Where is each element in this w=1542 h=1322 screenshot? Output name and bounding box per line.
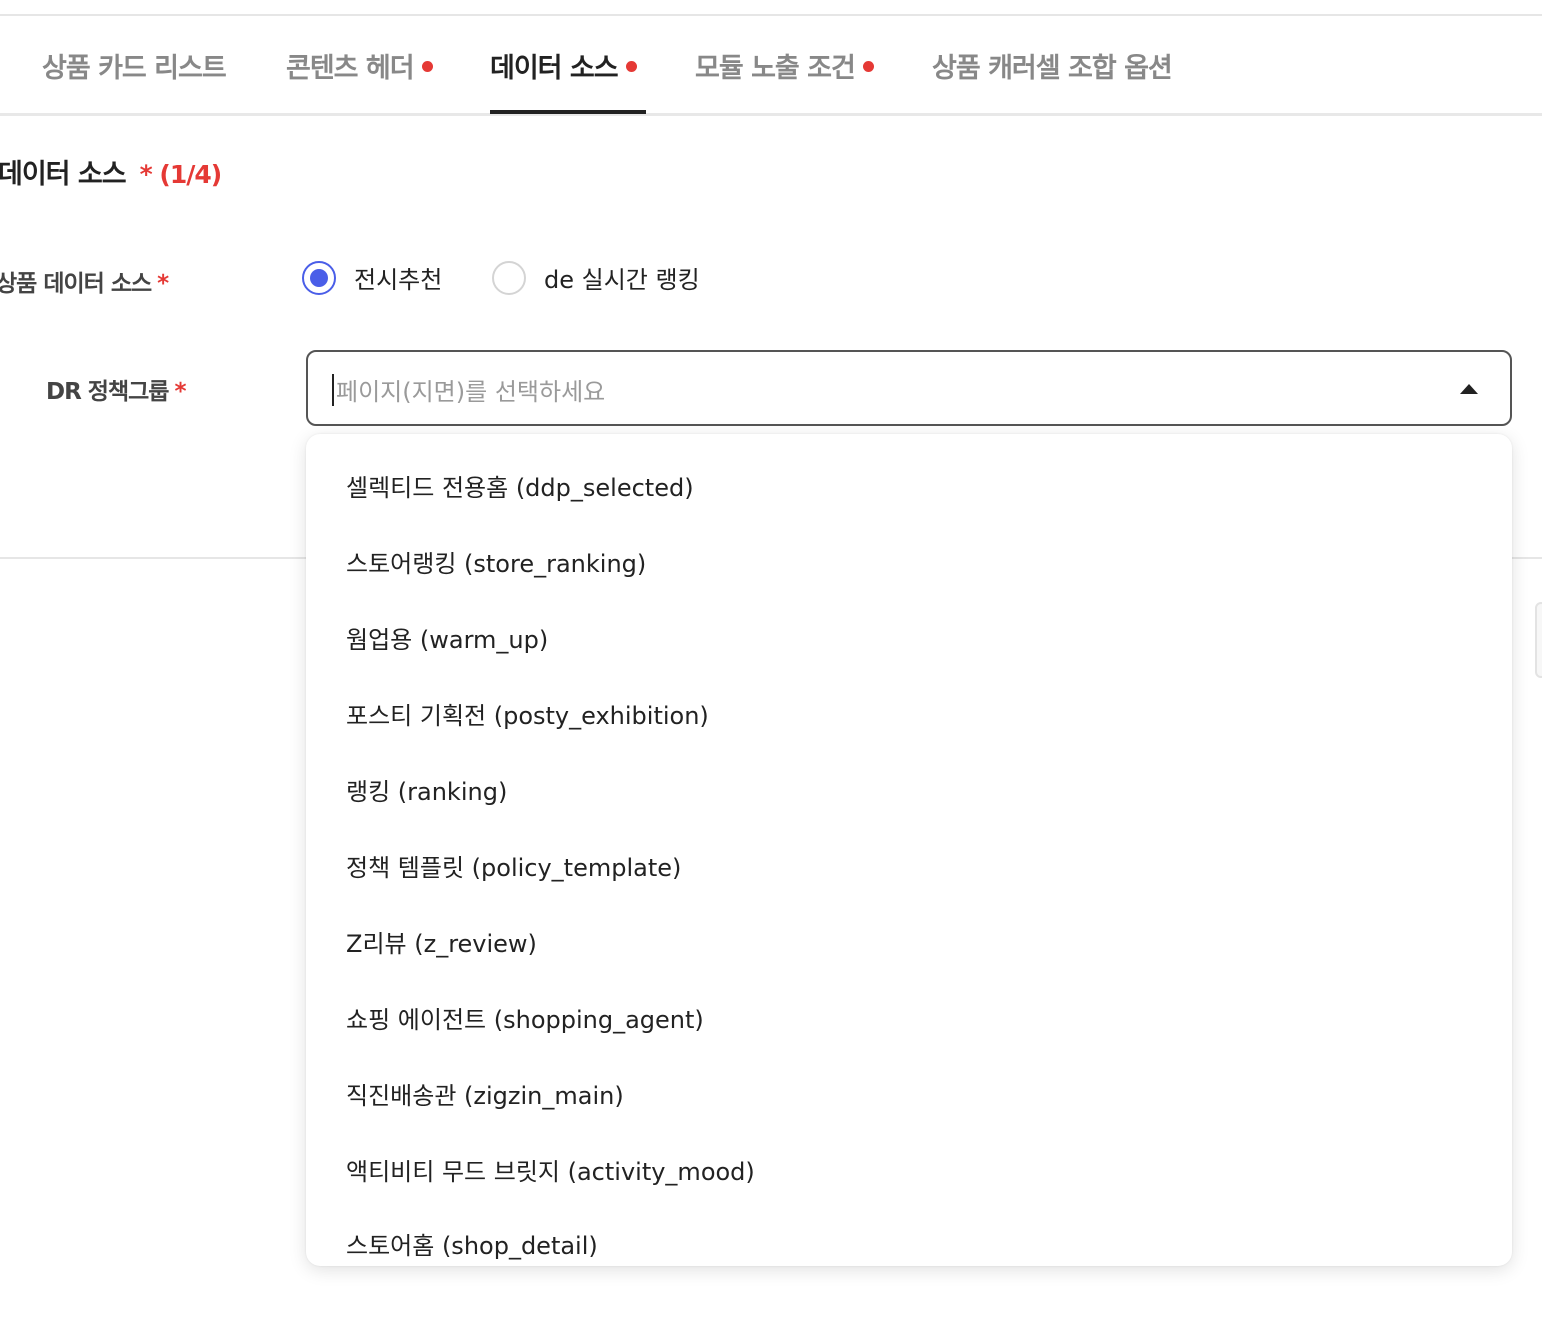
dr-policy-group-label: DR 정책그룹 * [46,372,186,406]
product-data-source-label: 상품 데이터 소스 * [0,264,169,298]
section-progress: * (1/4) [139,160,223,189]
tab-label: 상품 카드 리스트 [42,53,227,84]
dropdown-option[interactable]: 스토어홈 (shop_detail) [346,1226,598,1266]
section-title: 데이터 소스 * (1/4) [0,152,223,191]
radio-label: 전시추천 [354,266,443,294]
dropdown-option[interactable]: 쇼핑 에이전트 (shopping_agent) [346,1000,704,1040]
field-label-text: 상품 데이터 소스 [0,271,152,297]
radio-checked-icon [302,260,336,295]
select-placeholder: 페이지(지면)를 선택하세요 [336,378,606,406]
tab-data-source[interactable]: 데이터 소스 [490,46,637,86]
modified-dot-icon [421,61,433,72]
dropdown-option[interactable]: 셀렉티드 전용홈 (ddp_selected) [346,468,694,508]
chevron-up-icon[interactable] [1460,384,1478,394]
side-panel-handle[interactable] [1535,602,1542,678]
tab-label: 모듈 노출 조건 [695,53,856,84]
tab-bar: 상품 카드 리스트 콘텐츠 헤더 데이터 소스 모듈 노출 조건 상품 캐러셀 … [0,16,1542,116]
page: 상품 카드 리스트 콘텐츠 헤더 데이터 소스 모듈 노출 조건 상품 캐러셀 … [0,0,1542,1322]
required-star: * [174,379,186,405]
section-title-text: 데이터 소스 [0,159,127,190]
modified-dot-icon [862,61,874,72]
radio-label: de 실시간 랭킹 [544,266,700,294]
tab-label: 상품 캐러셀 조합 옵션 [932,53,1173,84]
required-star: * [157,271,169,297]
tab-content-header[interactable]: 콘텐츠 헤더 [286,46,433,86]
dropdown-option[interactable]: 스토어랭킹 (store_ranking) [346,544,646,584]
tab-carousel-combination-options[interactable]: 상품 캐러셀 조합 옵션 [932,46,1173,86]
dropdown-option[interactable]: 액티비티 무드 브릿지 (activity_mood) [346,1152,755,1192]
radio-display-recommend[interactable]: 전시추천 [302,260,442,295]
dropdown-option[interactable]: Z리뷰 (z_review) [346,924,537,964]
tab-label: 데이터 소스 [490,53,619,84]
tab-product-card-list[interactable]: 상품 카드 리스트 [42,46,227,86]
radio-de-realtime-ranking[interactable]: de 실시간 랭킹 [492,260,700,295]
dropdown-option[interactable]: 포스티 기획전 (posty_exhibition) [346,696,709,736]
dropdown-menu: 셀렉티드 전용홈 (ddp_selected) 스토어랭킹 (store_ran… [306,434,1512,1266]
modified-dot-icon [625,61,637,72]
tab-module-exposure-condition[interactable]: 모듈 노출 조건 [695,46,874,86]
active-tab-indicator [490,110,646,114]
dropdown-option[interactable]: 웜업용 (warm_up) [346,620,548,660]
field-label-text: DR 정책그룹 [46,379,169,405]
dr-policy-group-select[interactable]: 페이지(지면)를 선택하세요 [306,350,1512,426]
dropdown-option[interactable]: 정책 템플릿 (policy_template) [346,848,681,888]
dropdown-option[interactable]: 직진배송관 (zigzin_main) [346,1076,624,1116]
text-cursor [332,374,334,406]
tab-label: 콘텐츠 헤더 [286,53,415,84]
dropdown-option[interactable]: 랭킹 (ranking) [346,772,507,812]
radio-unchecked-icon [492,260,526,295]
